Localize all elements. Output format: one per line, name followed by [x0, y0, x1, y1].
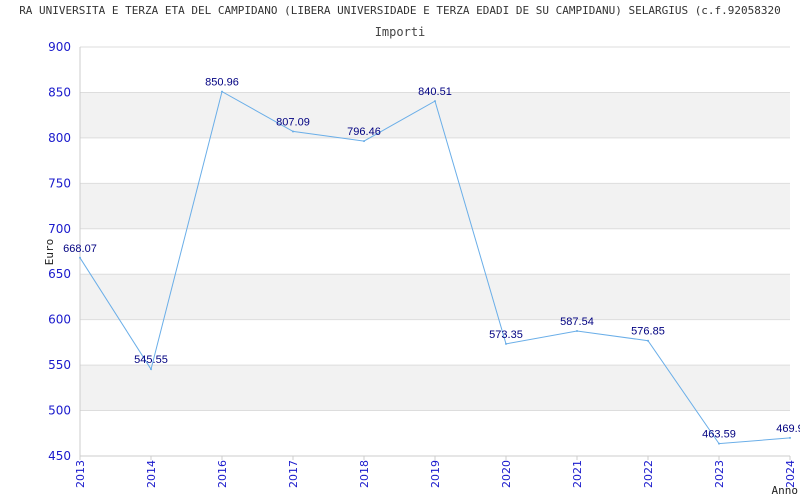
y-tick-label: 500 [48, 404, 71, 418]
x-tick-label: 2017 [287, 460, 300, 488]
y-tick-label: 600 [48, 313, 71, 327]
x-tick-labels: 2013 2014 2016 2017 2018 2019 2020 2021 2022 2023… [74, 460, 797, 488]
y-tick-label: 850 [48, 85, 71, 99]
x-tick-label: 2016 [216, 460, 229, 488]
data-point [576, 329, 578, 332]
x-tick-label: 2019 [429, 460, 442, 488]
grid-band [80, 183, 790, 229]
data-label: 850.96 [205, 77, 239, 89]
x-tick-label: 2020 [500, 460, 513, 488]
y-tick-label: 550 [48, 358, 71, 372]
data-point [647, 339, 649, 342]
x-tick-label: 2018 [358, 460, 371, 488]
data-label: 807.09 [276, 116, 310, 128]
y-tick-label: 750 [48, 176, 71, 190]
data-label: 545.55 [134, 354, 168, 366]
x-axis-label: Anno [772, 484, 799, 497]
x-tick-label: 2023 [713, 460, 726, 488]
x-tick-label: 2013 [74, 460, 87, 488]
grid-band [80, 365, 790, 411]
x-tick-label: 2022 [642, 460, 655, 488]
grid-band [80, 274, 790, 320]
data-label: 668.07 [63, 243, 97, 255]
data-point [221, 90, 223, 93]
data-point [363, 140, 365, 143]
data-point [718, 442, 720, 445]
data-point [150, 368, 152, 371]
data-label: 840.51 [418, 86, 452, 98]
y-tick-label: 450 [48, 449, 71, 463]
data-label: 796.46 [347, 126, 381, 138]
x-tick-label: 2014 [145, 460, 158, 488]
data-label: 576.85 [631, 326, 665, 338]
data-label: 573.35 [489, 329, 523, 341]
data-label: 587.54 [560, 316, 594, 328]
data-point [434, 100, 436, 103]
y-tick-label: 800 [48, 131, 71, 145]
grid-band [80, 92, 790, 138]
data-label: 463.59 [702, 429, 736, 441]
y-tick-label: 700 [48, 222, 71, 236]
grid-bands [80, 92, 790, 411]
y-tick-label: 900 [48, 40, 71, 54]
data-point [292, 130, 294, 133]
data-point [79, 256, 81, 259]
data-point [505, 342, 507, 345]
data-point [789, 436, 791, 439]
data-label: 469.9 [776, 423, 800, 435]
y-tick-label: 650 [48, 267, 71, 281]
y-axis-label: Euro [43, 239, 56, 266]
x-tick-label: 2021 [571, 460, 584, 488]
line-chart: 450500550600650700750800850900 2013 2014 2… [43, 40, 800, 497]
